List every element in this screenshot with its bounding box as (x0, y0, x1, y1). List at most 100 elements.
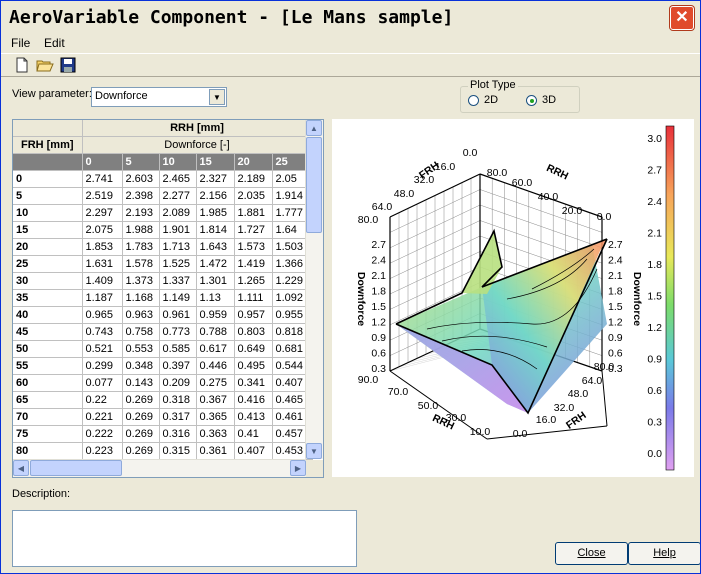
table-cell[interactable]: 0.365 (196, 408, 235, 426)
table-cell[interactable]: 2.089 (159, 204, 197, 222)
radio-3d-label[interactable]: 3D (542, 94, 556, 106)
table-cell[interactable]: 1.631 (82, 255, 123, 273)
table-cell[interactable]: 1.265 (234, 272, 273, 290)
scroll-right-icon[interactable]: ▶ (290, 460, 306, 476)
table-cell[interactable]: 0.585 (159, 340, 197, 358)
table-cell[interactable]: 1.301 (196, 272, 235, 290)
row-header[interactable]: 55 (13, 357, 83, 375)
save-disk-icon[interactable] (59, 56, 77, 74)
table-cell[interactable]: 1.419 (234, 255, 273, 273)
table-cell[interactable]: 1.573 (234, 238, 273, 256)
menu-file[interactable]: File (11, 36, 30, 50)
row-header[interactable]: 65 (13, 391, 83, 409)
scroll-up-icon[interactable]: ▲ (306, 120, 322, 136)
table-cell[interactable]: 0.269 (122, 408, 160, 426)
radio-2d[interactable] (468, 95, 479, 106)
table-cell[interactable]: 0.361 (196, 442, 235, 460)
column-header[interactable]: 20 (234, 153, 273, 171)
table-cell[interactable]: 0.209 (159, 374, 197, 392)
radio-3d[interactable] (526, 95, 537, 106)
table-cell[interactable]: 1.783 (122, 238, 160, 256)
table-cell[interactable]: 2.741 (82, 170, 123, 188)
table-cell[interactable]: 0.318 (159, 391, 197, 409)
close-window-button[interactable]: ✕ (670, 6, 694, 30)
table-cell[interactable]: 0.446 (196, 357, 235, 375)
table-cell[interactable]: 0.413 (234, 408, 273, 426)
row-header[interactable]: 0 (13, 170, 83, 188)
menu-edit[interactable]: Edit (44, 36, 65, 50)
vertical-scrollbar[interactable]: ▲ ▼ (305, 120, 323, 459)
table-cell[interactable]: 1.985 (196, 204, 235, 222)
horizontal-scrollbar[interactable]: ◀ ▶ (13, 459, 306, 477)
table-cell[interactable]: 0.269 (122, 391, 160, 409)
table-cell[interactable]: 0.222 (82, 425, 123, 443)
description-input[interactable] (12, 510, 357, 567)
table-cell[interactable]: 2.075 (82, 221, 123, 239)
table-cell[interactable]: 0.315 (159, 442, 197, 460)
table-cell[interactable]: 1.337 (159, 272, 197, 290)
table-cell[interactable]: 2.193 (122, 204, 160, 222)
row-header[interactable]: 75 (13, 425, 83, 443)
scroll-down-icon[interactable]: ▼ (306, 443, 322, 459)
table-cell[interactable]: 1.643 (196, 238, 235, 256)
table-cell[interactable]: 2.156 (196, 187, 235, 205)
column-header[interactable]: 15 (196, 153, 235, 171)
table-cell[interactable]: 1.187 (82, 289, 123, 307)
row-header[interactable]: 80 (13, 442, 83, 460)
table-cell[interactable]: 0.957 (234, 306, 273, 324)
table-cell[interactable]: 2.035 (234, 187, 273, 205)
table-cell[interactable]: 0.758 (122, 323, 160, 341)
table-cell[interactable]: 0.773 (159, 323, 197, 341)
close-button[interactable]: Close (555, 542, 628, 565)
table-cell[interactable]: 1.814 (196, 221, 235, 239)
table-cell[interactable]: 0.317 (159, 408, 197, 426)
row-header[interactable]: 50 (13, 340, 83, 358)
table-cell[interactable]: 1.13 (196, 289, 235, 307)
table-cell[interactable]: 1.578 (122, 255, 160, 273)
table-cell[interactable]: 1.881 (234, 204, 273, 222)
table-cell[interactable]: 2.603 (122, 170, 160, 188)
row-header[interactable]: 45 (13, 323, 83, 341)
row-header[interactable]: 30 (13, 272, 83, 290)
table-cell[interactable]: 0.961 (159, 306, 197, 324)
column-header[interactable]: 10 (159, 153, 197, 171)
table-cell[interactable]: 2.327 (196, 170, 235, 188)
table-cell[interactable]: 1.409 (82, 272, 123, 290)
table-cell[interactable]: 0.221 (82, 408, 123, 426)
row-header[interactable]: 15 (13, 221, 83, 239)
table-cell[interactable]: 0.348 (122, 357, 160, 375)
table-cell[interactable]: 1.727 (234, 221, 273, 239)
table-cell[interactable]: 0.269 (122, 442, 160, 460)
table-cell[interactable]: 0.649 (234, 340, 273, 358)
new-file-icon[interactable] (13, 56, 31, 74)
row-header[interactable]: 5 (13, 187, 83, 205)
table-cell[interactable]: 0.959 (196, 306, 235, 324)
vertical-scroll-thumb[interactable] (306, 137, 322, 233)
table-cell[interactable]: 0.223 (82, 442, 123, 460)
table-cell[interactable]: 0.495 (234, 357, 273, 375)
table-cell[interactable]: 0.363 (196, 425, 235, 443)
row-header[interactable]: 60 (13, 374, 83, 392)
table-cell[interactable]: 0.316 (159, 425, 197, 443)
table-cell[interactable]: 1.472 (196, 255, 235, 273)
column-header[interactable]: 0 (82, 153, 123, 171)
table-cell[interactable]: 0.788 (196, 323, 235, 341)
table-cell[interactable]: 2.398 (122, 187, 160, 205)
row-header[interactable]: 70 (13, 408, 83, 426)
table-cell[interactable]: 1.853 (82, 238, 123, 256)
table-cell[interactable]: 0.416 (234, 391, 273, 409)
table-cell[interactable]: 0.275 (196, 374, 235, 392)
table-cell[interactable]: 0.367 (196, 391, 235, 409)
table-cell[interactable]: 2.189 (234, 170, 273, 188)
table-cell[interactable]: 1.168 (122, 289, 160, 307)
table-cell[interactable]: 0.803 (234, 323, 273, 341)
table-cell[interactable]: 1.713 (159, 238, 197, 256)
table-cell[interactable]: 1.901 (159, 221, 197, 239)
view-parameter-select[interactable]: Downforce ▼ (91, 87, 227, 107)
table-cell[interactable]: 0.143 (122, 374, 160, 392)
table-cell[interactable]: 0.41 (234, 425, 273, 443)
horizontal-scroll-thumb[interactable] (30, 460, 122, 476)
table-cell[interactable]: 0.521 (82, 340, 123, 358)
help-button[interactable]: Help (628, 542, 700, 565)
radio-2d-label[interactable]: 2D (484, 94, 498, 106)
